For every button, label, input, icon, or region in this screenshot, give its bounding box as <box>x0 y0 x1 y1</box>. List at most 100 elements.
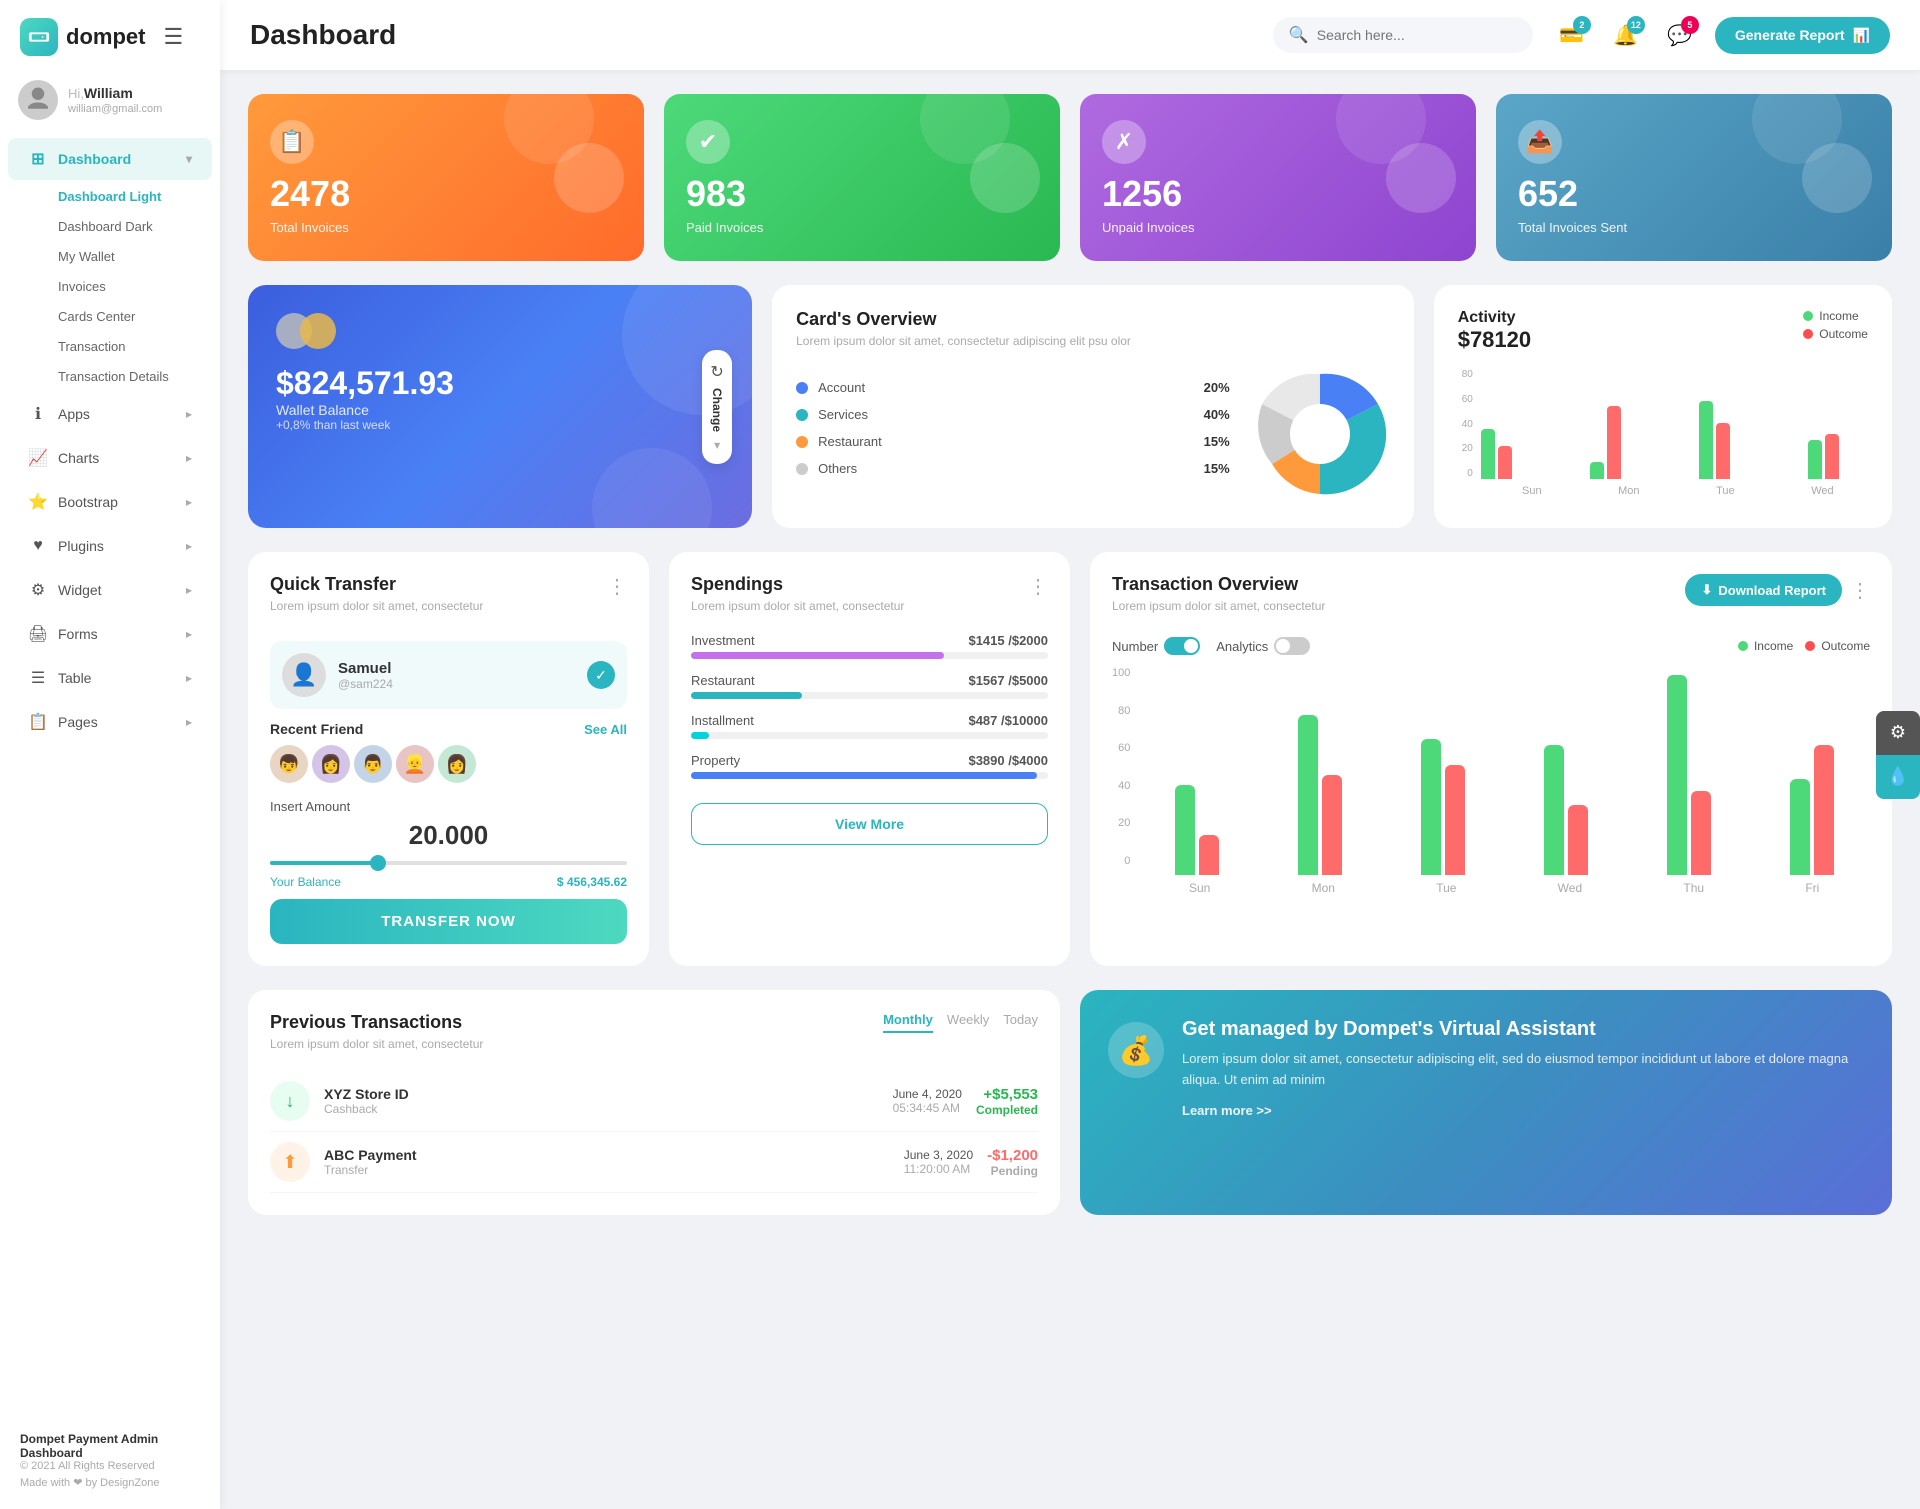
amount-value: 20.000 <box>270 820 627 851</box>
change-button[interactable]: ↻ Change ▾ <box>702 349 732 463</box>
stat-card-total-invoices: 📋 2478 Total Invoices <box>248 94 644 261</box>
number-toggle-wrap: Number <box>1112 637 1200 655</box>
bar-chart-icon: 📊 <box>1853 27 1870 44</box>
trans-time-2: 11:20:00 AM <box>904 1162 973 1176</box>
wallet-icon-btn[interactable]: 💳 2 <box>1553 16 1591 54</box>
user-info: Hi,William william@gmail.com <box>68 85 162 115</box>
sidebar-item-pages[interactable]: 📋 Pages ▸ <box>8 701 212 743</box>
income-legend: Income <box>1803 309 1868 323</box>
sub-item-dashboard-dark[interactable]: Dashboard Dark <box>48 212 212 241</box>
sub-item-dashboard-light[interactable]: Dashboard Light <box>48 182 212 211</box>
sub-item-cards-center[interactable]: Cards Center <box>48 302 212 331</box>
sidebar-item-forms[interactable]: 🖨 Forms ▸ <box>8 613 212 655</box>
balance-amount: $ 456,345.62 <box>557 875 627 889</box>
sub-item-transaction[interactable]: Transaction <box>48 332 212 361</box>
analytics-toggle[interactable] <box>1274 637 1310 655</box>
download-report-button[interactable]: ⬇ Download Report <box>1685 574 1842 606</box>
trans-tabs: Monthly Weekly Today <box>883 1012 1038 1033</box>
trans-info-1: XYZ Store ID Cashback <box>324 1086 879 1116</box>
tab-monthly[interactable]: Monthly <box>883 1012 933 1033</box>
big-bar-sun <box>1138 785 1255 875</box>
sub-item-invoices[interactable]: Invoices <box>48 272 212 301</box>
search-input[interactable] <box>1317 27 1497 43</box>
learn-more-link[interactable]: Learn more >> <box>1182 1103 1864 1118</box>
plugins-label: Plugins <box>58 538 104 554</box>
trans-amount-1: +$5,553 <box>976 1086 1038 1103</box>
tab-weekly[interactable]: Weekly <box>947 1012 989 1033</box>
tab-today[interactable]: Today <box>1003 1012 1038 1033</box>
bar-tue-green <box>1699 401 1713 479</box>
sub-item-transaction-details[interactable]: Transaction Details <box>48 362 212 391</box>
sidebar-footer: Dompet Payment Admin Dashboard © 2021 Al… <box>0 1416 220 1489</box>
avatar <box>18 80 58 120</box>
water-icon-btn[interactable]: 💧 <box>1876 755 1920 799</box>
view-more-button[interactable]: View More <box>691 803 1048 845</box>
spendings-more-icon[interactable]: ⋮ <box>1028 574 1048 599</box>
apps-label: Apps <box>58 406 90 422</box>
table-arrow-icon: ▸ <box>186 671 192 685</box>
footer-copy: © 2021 All Rights Reserved <box>20 1460 200 1472</box>
sidebar-item-bootstrap[interactable]: ⭐ Bootstrap ▸ <box>8 481 212 523</box>
settings-icon-btn[interactable]: ⚙ <box>1876 711 1920 755</box>
cards-overview-title: Card's Overview <box>796 309 1390 330</box>
paid-invoices-label: Paid Invoices <box>686 220 1038 235</box>
trans-name-1: XYZ Store ID <box>324 1086 879 1102</box>
services-label: Services <box>818 407 1194 422</box>
analytics-toggle-label: Analytics <box>1216 639 1268 654</box>
activity-legend: Income Outcome <box>1803 309 1868 341</box>
amount-slider[interactable] <box>270 861 627 865</box>
trans-more-icon[interactable]: ⋮ <box>1850 578 1870 603</box>
assistant-title: Get managed by Dompet's Virtual Assistan… <box>1182 1018 1864 1041</box>
sidebar-item-dashboard[interactable]: ⊞ Dashboard ▾ <box>8 138 212 180</box>
sidebar-item-table[interactable]: ☰ Table ▸ <box>8 657 212 699</box>
sidebar-item-plugins[interactable]: ♥ Plugins ▸ <box>8 525 212 567</box>
friend-avatar-1: 👦 <box>270 745 308 783</box>
forms-arrow-icon: ▸ <box>186 627 192 641</box>
wallet-badge: 2 <box>1573 16 1591 34</box>
generate-report-button[interactable]: Generate Report 📊 <box>1715 17 1890 54</box>
number-toggle-label: Number <box>1112 639 1158 654</box>
bell-icon-btn[interactable]: 🔔 12 <box>1607 16 1645 54</box>
sidebar-item-apps[interactable]: ℹ Apps ▸ <box>8 393 212 435</box>
activity-section: Activity $78120 Income Outcome <box>1434 285 1892 528</box>
bootstrap-icon: ⭐ <box>28 492 48 512</box>
bar-wed-green <box>1808 440 1822 479</box>
trans-overview-header: Transaction Overview Lorem ipsum dolor s… <box>1112 574 1870 629</box>
sub-item-my-wallet[interactable]: My Wallet <box>48 242 212 271</box>
see-all-link[interactable]: See All <box>584 722 627 737</box>
trans-meta-2: Transfer <box>324 1163 890 1177</box>
page-title: Dashboard <box>250 19 1253 51</box>
greeting: Hi, <box>68 86 84 101</box>
trans-name-2: ABC Payment <box>324 1147 890 1163</box>
cards-overview: Card's Overview Lorem ipsum dolor sit am… <box>772 285 1414 528</box>
hamburger-icon[interactable]: ☰ <box>153 24 193 50</box>
others-pct: 15% <box>1204 461 1230 476</box>
charts-icon: 📈 <box>28 448 48 468</box>
sidebar-item-widget[interactable]: ⚙ Widget ▸ <box>8 569 212 611</box>
sidebar-item-charts[interactable]: 📈 Charts ▸ <box>8 437 212 479</box>
income-dot <box>1803 311 1813 321</box>
account-pct: 20% <box>1204 380 1230 395</box>
sidebar: dompet ☰ Hi,William william@gmail.com ⊞ … <box>0 0 220 1509</box>
bell-badge: 12 <box>1627 16 1645 34</box>
settings-icon: ⚙ <box>1890 722 1906 743</box>
table-row: ↓ XYZ Store ID Cashback June 4, 2020 05:… <box>270 1071 1038 1132</box>
stat-card-total-sent: 📤 652 Total Invoices Sent <box>1496 94 1892 261</box>
pages-label: Pages <box>58 714 98 730</box>
activity-header: Activity $78120 Income Outcome <box>1458 309 1868 361</box>
chat-icon-btn[interactable]: 💬 5 <box>1661 16 1699 54</box>
outcome-dot <box>1803 329 1813 339</box>
restaurant-pct: 15% <box>1204 434 1230 449</box>
trans-bar-chart-area: Sun Mon Tue Wed Thu Fri <box>1138 667 1870 895</box>
friend-avatar-5: 👩 <box>438 745 476 783</box>
slider-thumb[interactable] <box>370 855 386 871</box>
overview-item-others: Others 15% <box>796 461 1230 476</box>
number-toggle[interactable] <box>1164 637 1200 655</box>
bar-wed-red <box>1825 434 1839 479</box>
transfer-now-button[interactable]: TRANSFER NOW <box>270 899 627 944</box>
transfer-user-info: Samuel @sam224 <box>338 660 393 691</box>
more-dots-icon[interactable]: ⋮ <box>607 574 627 599</box>
table-row: ⬆ ABC Payment Transfer June 3, 2020 11:2… <box>270 1132 1038 1193</box>
widget-label: Widget <box>58 582 102 598</box>
quick-transfer-header: Quick Transfer Lorem ipsum dolor sit ame… <box>270 574 627 629</box>
